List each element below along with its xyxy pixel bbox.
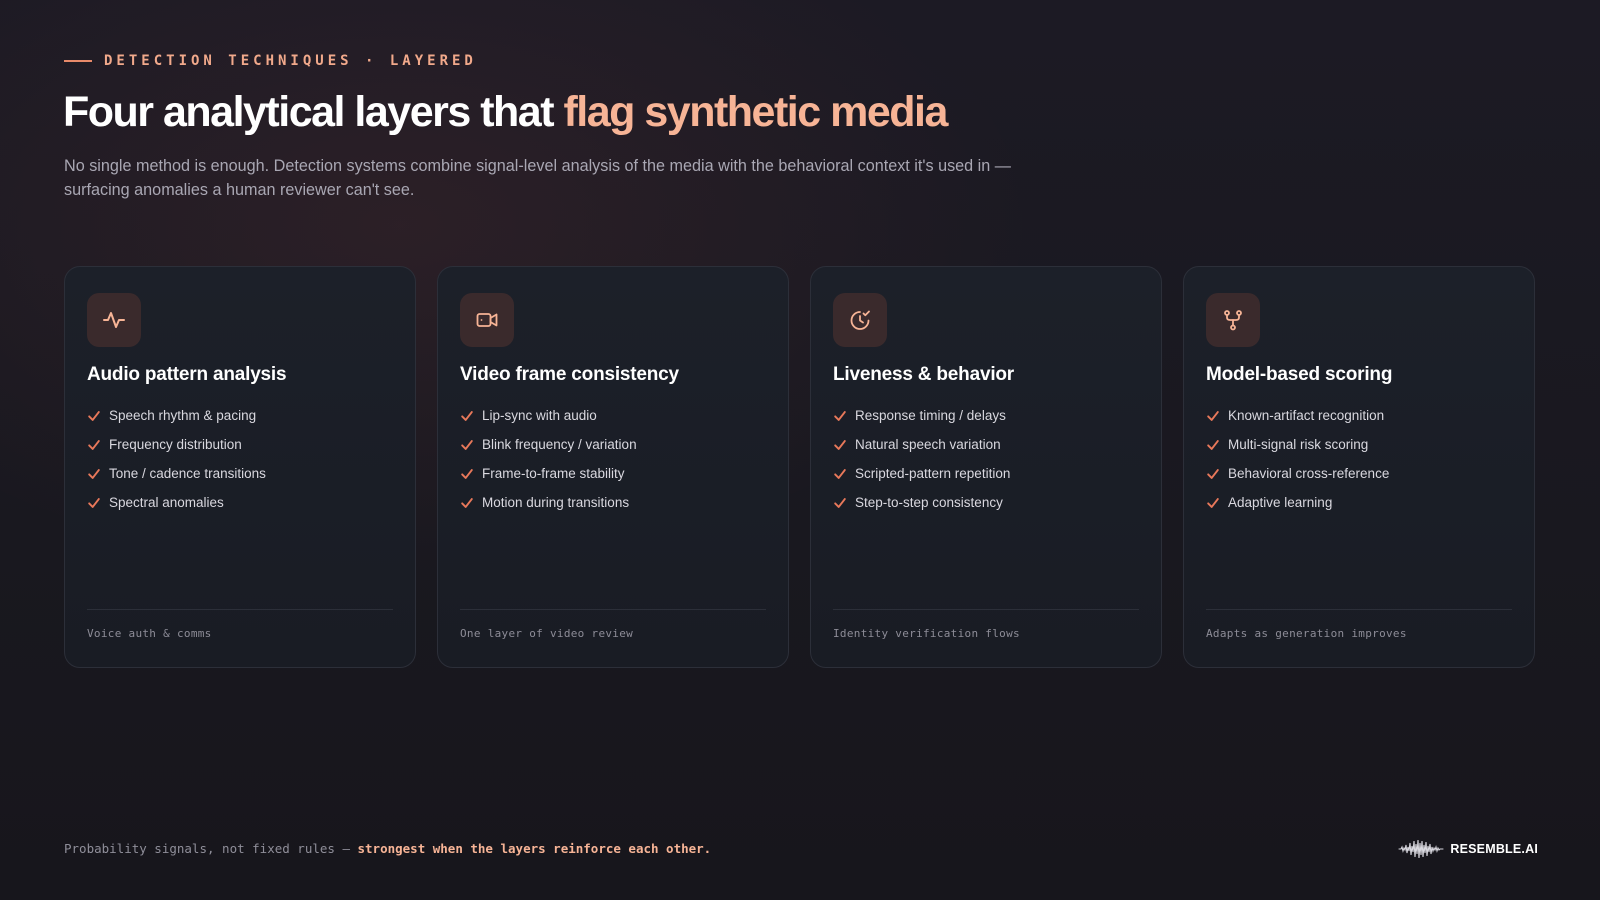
git-merge-icon: [1224, 310, 1242, 331]
list-item-label: Lip-sync with audio: [482, 408, 597, 423]
card-liveness-behavior: Liveness & behavior Response timing / de…: [810, 266, 1162, 668]
list-item-label: Multi-signal risk scoring: [1228, 437, 1369, 452]
footnote-emphasis: strongest when the layers reinforce each…: [357, 841, 712, 856]
card-video-frame-consistency: Video frame consistency Lip-sync with au…: [437, 266, 789, 668]
card-title: Liveness & behavior: [833, 364, 1014, 385]
card-icon-box: [460, 293, 514, 347]
check-icon: [1207, 497, 1219, 508]
waveform-logo-icon: [1398, 839, 1444, 859]
title-accent: flag synthetic media: [563, 88, 948, 136]
list-item-label: Frequency distribution: [109, 437, 242, 452]
check-icon: [834, 439, 846, 450]
list-item-label: Tone / cadence transitions: [109, 466, 266, 481]
list-item: Known-artifact recognition: [1206, 401, 1389, 430]
card-icon-box: [833, 293, 887, 347]
check-icon: [461, 410, 473, 421]
card-footer: One layer of video review: [460, 627, 634, 640]
brand: RESEMBLE.AI: [1398, 838, 1538, 860]
list-item: Frequency distribution: [87, 430, 266, 459]
card-icon-box: [87, 293, 141, 347]
check-icon: [834, 410, 846, 421]
check-icon: [1207, 439, 1219, 450]
list-item: Motion during transitions: [460, 488, 637, 517]
check-icon: [834, 468, 846, 479]
card-title: Video frame consistency: [460, 364, 679, 385]
footnote: Probability signals, not fixed rules — s…: [64, 841, 724, 856]
list-item: Lip-sync with audio: [460, 401, 637, 430]
card-divider: [833, 609, 1139, 610]
page-title: Four analytical layers that flag synthet…: [63, 88, 948, 137]
list-item: Speech rhythm & pacing: [87, 401, 266, 430]
card-footer: Adapts as generation improves: [1206, 627, 1407, 640]
card-item-list: Lip-sync with audio Blink frequency / va…: [460, 401, 637, 517]
list-item: Blink frequency / variation: [460, 430, 637, 459]
card-item-list: Response timing / delays Natural speech …: [833, 401, 1010, 517]
card-footer: Identity verification flows: [833, 627, 1020, 640]
list-item-label: Adaptive learning: [1228, 495, 1333, 510]
list-item-label: Frame-to-frame stability: [482, 466, 625, 481]
card-divider: [87, 609, 393, 610]
list-item-label: Speech rhythm & pacing: [109, 408, 257, 423]
card-divider: [460, 609, 766, 610]
check-icon: [88, 410, 100, 421]
check-icon: [88, 439, 100, 450]
list-item: Adaptive learning: [1206, 488, 1389, 517]
card-item-list: Known-artifact recognition Multi-signal …: [1206, 401, 1389, 517]
list-item: Tone / cadence transitions: [87, 459, 266, 488]
list-item-label: Known-artifact recognition: [1228, 408, 1385, 423]
check-icon: [1207, 468, 1219, 479]
card-title: Audio pattern analysis: [87, 364, 287, 385]
check-icon: [88, 497, 100, 508]
eyebrow-rule: [64, 60, 92, 62]
technique-cards: Audio pattern analysis Speech rhythm & p…: [64, 266, 1535, 668]
clock-check-icon: [850, 310, 870, 330]
activity-pulse-icon: [103, 312, 125, 328]
list-item: Spectral anomalies: [87, 488, 266, 517]
card-footer: Voice auth & comms: [87, 627, 212, 640]
title-main: Four analytical layers that: [63, 88, 564, 136]
brand-name: RESEMBLE.AI: [1450, 842, 1538, 856]
card-audio-pattern-analysis: Audio pattern analysis Speech rhythm & p…: [64, 266, 416, 668]
list-item-label: Spectral anomalies: [109, 495, 224, 510]
list-item: Natural speech variation: [833, 430, 1010, 459]
card-title: Model-based scoring: [1206, 364, 1393, 385]
eyebrow-text: DETECTION TECHNIQUES · LAYERED: [104, 53, 477, 69]
card-icon-box: [1206, 293, 1260, 347]
check-icon: [1207, 410, 1219, 421]
footnote-plain: Probability signals, not fixed rules —: [64, 841, 358, 856]
check-icon: [88, 468, 100, 479]
card-item-list: Speech rhythm & pacing Frequency distrib…: [87, 401, 266, 517]
list-item: Scripted-pattern repetition: [833, 459, 1010, 488]
card-model-based-scoring: Model-based scoring Known-artifact recog…: [1183, 266, 1535, 668]
check-icon: [461, 468, 473, 479]
card-divider: [1206, 609, 1512, 610]
video-camera-icon: [476, 313, 498, 327]
list-item-label: Blink frequency / variation: [482, 437, 637, 452]
eyebrow: DETECTION TECHNIQUES · LAYERED: [64, 53, 477, 69]
list-item: Frame-to-frame stability: [460, 459, 637, 488]
list-item: Multi-signal risk scoring: [1206, 430, 1389, 459]
list-item-label: Motion during transitions: [482, 495, 630, 510]
check-icon: [834, 497, 846, 508]
check-icon: [461, 497, 473, 508]
list-item-label: Step-to-step consistency: [855, 495, 1003, 510]
list-item: Response timing / delays: [833, 401, 1010, 430]
page-subtitle: No single method is enough. Detection sy…: [64, 157, 1011, 199]
list-item-label: Natural speech variation: [855, 437, 1001, 452]
list-item-label: Behavioral cross-reference: [1228, 466, 1390, 481]
list-item-label: Scripted-pattern repetition: [855, 466, 1011, 481]
check-icon: [461, 439, 473, 450]
list-item: Behavioral cross-reference: [1206, 459, 1389, 488]
list-item-label: Response timing / delays: [855, 408, 1006, 423]
list-item: Step-to-step consistency: [833, 488, 1010, 517]
